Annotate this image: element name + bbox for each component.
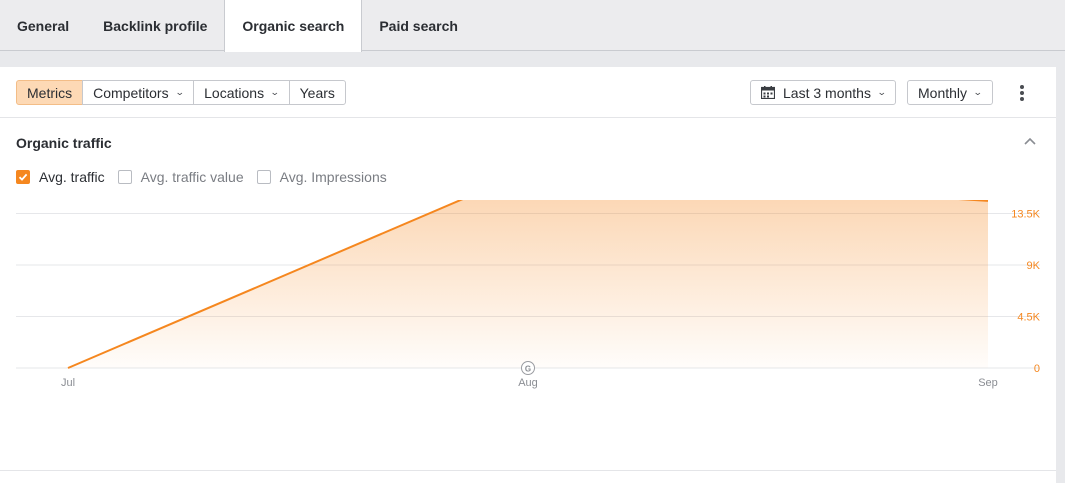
y-tick-label: 9K <box>1027 260 1041 272</box>
tab-organic-search[interactable]: Organic search <box>224 0 363 52</box>
tab-general[interactable]: General <box>0 0 86 51</box>
avg-traffic-label: Avg. traffic <box>39 169 105 185</box>
avg-traffic-value-checkbox[interactable]: Avg. traffic value <box>117 169 244 185</box>
google-update-marker-label: G <box>525 365 531 374</box>
chevron-down-icon: ⌄ <box>876 87 887 97</box>
date-range-label: Last 3 months <box>783 84 871 101</box>
competitors-dropdown[interactable]: Competitors ⌄ <box>82 80 195 105</box>
chevron-down-icon: ⌄ <box>269 87 280 97</box>
metrics-button-label: Metrics <box>27 84 73 101</box>
x-tick-label: Sep <box>978 377 998 389</box>
organic-traffic-chart: 04.5K9K13.5K18KAvg. trafficJulAugSepG <box>16 200 1041 389</box>
y-tick-label: 0 <box>1034 363 1040 375</box>
chevron-down-icon: ⌄ <box>972 87 983 97</box>
years-button[interactable]: Years <box>288 80 346 105</box>
checkbox-checked-icon <box>16 170 30 184</box>
years-button-label: Years <box>299 84 335 101</box>
avg-traffic-value-label: Avg. traffic value <box>140 169 244 185</box>
avg-impressions-label: Avg. Impressions <box>279 169 387 185</box>
locations-dropdown[interactable]: Locations ⌄ <box>193 80 290 105</box>
toolbar: Metrics Competitors ⌄ Locations ⌄ Years La… <box>0 67 1056 118</box>
series-area-avg-traffic <box>68 200 988 368</box>
organic-search-panel: Metrics Competitors ⌄ Locations ⌄ Years La… <box>0 67 1056 483</box>
date-range-dropdown[interactable]: Last 3 months ⌄ <box>750 80 897 105</box>
checkbox-empty-icon <box>256 170 271 184</box>
tab-backlink-profile[interactable]: Backlink profile <box>86 0 224 51</box>
x-tick-label: Aug <box>518 377 538 389</box>
interval-label: Monthly <box>918 84 968 101</box>
checkbox-empty-icon <box>117 170 132 184</box>
chevron-down-icon: ⌄ <box>174 87 185 97</box>
divider <box>0 470 1056 471</box>
section-title: Organic traffic <box>16 135 112 151</box>
chevron-up-icon[interactable] <box>1022 133 1038 149</box>
avg-traffic-checkbox[interactable]: Avg. traffic <box>16 169 105 185</box>
locations-dropdown-label: Locations <box>204 84 265 101</box>
tab-paid-search[interactable]: Paid search <box>362 0 475 51</box>
x-tick-label: Jul <box>61 377 75 389</box>
view-button-group: Metrics Competitors ⌄ Locations ⌄ Years <box>16 80 346 105</box>
metric-checkboxes: Avg. traffic Avg. traffic value Avg. Imp… <box>16 169 400 185</box>
y-tick-label: 4.5K <box>1017 312 1040 324</box>
tab-bar: General Backlink profile Organic search … <box>0 0 1065 52</box>
interval-dropdown[interactable]: Monthly ⌄ <box>907 80 993 105</box>
competitors-dropdown-label: Competitors <box>93 84 169 101</box>
y-tick-label: 13.5K <box>1011 209 1040 221</box>
calendar-icon <box>760 86 776 100</box>
more-vertical-icon[interactable] <box>1016 83 1028 103</box>
avg-impressions-checkbox[interactable]: Avg. Impressions <box>256 169 387 185</box>
metrics-button[interactable]: Metrics <box>16 80 84 105</box>
